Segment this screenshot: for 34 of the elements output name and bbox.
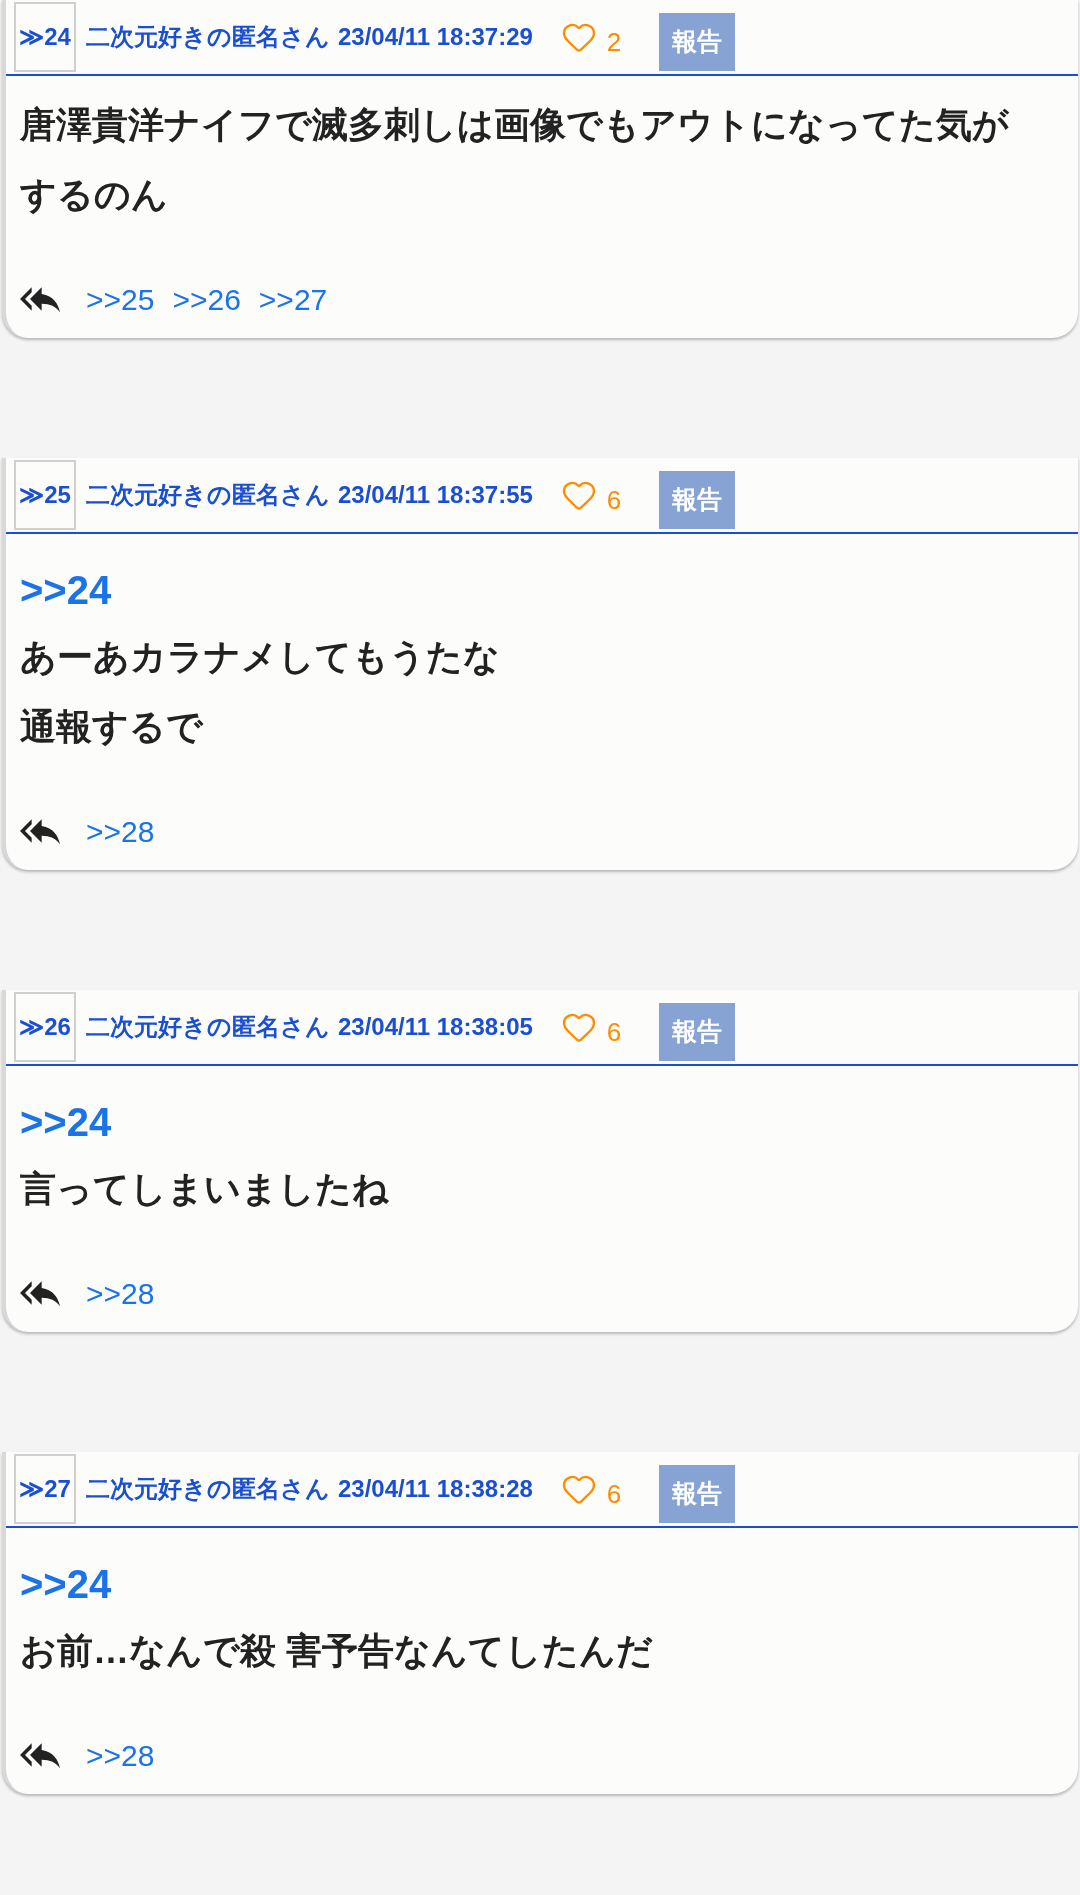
quote-link[interactable]: >>24 bbox=[20, 1090, 1030, 1154]
like-count: 6 bbox=[606, 1477, 622, 1511]
author-name: 二次元好きの匿名さん bbox=[86, 22, 330, 52]
post-text: お前…なんで殺 害予告なんてしたんだ bbox=[20, 1629, 654, 1673]
post-datetime: 23/04/11 18:37:29 bbox=[338, 22, 533, 52]
report-button[interactable]: 報告 bbox=[659, 13, 736, 71]
author-name: 二次元好きの匿名さん bbox=[86, 1474, 330, 1504]
reply-link[interactable]: >>28 bbox=[86, 808, 155, 854]
reply-link[interactable]: >>25 bbox=[86, 276, 155, 322]
post-text: 唐澤貴洋ナイフで滅多刺しは画像でもアウトになってた気がするのん bbox=[20, 103, 1010, 217]
quote-link[interactable]: >>24 bbox=[20, 1552, 1030, 1616]
reply-link[interactable]: >>27 bbox=[258, 276, 328, 322]
post-text: あーあカラナメしてもうたな bbox=[20, 635, 501, 679]
reply-link[interactable]: >>28 bbox=[86, 1732, 155, 1778]
post-datetime: 23/04/11 18:37:55 bbox=[338, 480, 533, 510]
reply-link[interactable]: >>28 bbox=[86, 1270, 155, 1316]
post-text: 通報するで bbox=[20, 705, 204, 749]
report-button[interactable]: 報告 bbox=[659, 471, 736, 529]
like-count: 6 bbox=[606, 483, 622, 517]
reply-link[interactable]: >>26 bbox=[172, 276, 241, 322]
post-number[interactable]: ≫25 bbox=[14, 460, 76, 530]
author-name: 二次元好きの匿名さん bbox=[86, 1012, 330, 1042]
post-number[interactable]: ≫26 bbox=[14, 992, 76, 1062]
report-button[interactable]: 報告 bbox=[659, 1465, 736, 1523]
post-text: 言ってしまいましたね bbox=[20, 1167, 390, 1211]
report-button[interactable]: 報告 bbox=[659, 1003, 736, 1061]
quote-link[interactable]: >>24 bbox=[20, 558, 1030, 622]
author-name: 二次元好きの匿名さん bbox=[86, 480, 330, 510]
post-number[interactable]: ≫27 bbox=[14, 1454, 76, 1524]
post-datetime: 23/04/11 18:38:05 bbox=[338, 1012, 533, 1042]
like-count: 6 bbox=[606, 1015, 622, 1049]
post-number[interactable]: ≫24 bbox=[14, 2, 76, 72]
like-count: 2 bbox=[606, 25, 622, 59]
post-datetime: 23/04/11 18:38:28 bbox=[338, 1474, 533, 1504]
